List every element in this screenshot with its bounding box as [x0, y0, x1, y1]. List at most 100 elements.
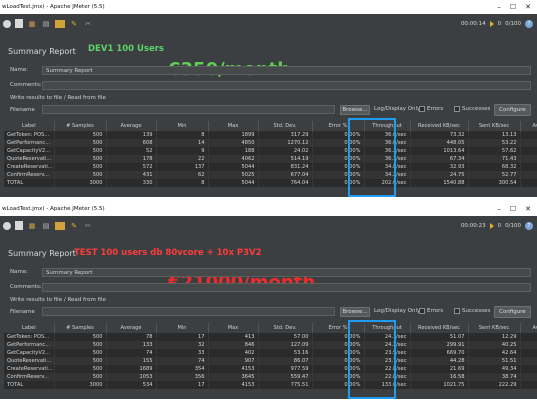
table-cell: QuoteReservati... — [4, 155, 55, 163]
table-cell: 2070.6 — [520, 131, 537, 139]
close-button[interactable]: ✕ — [525, 205, 531, 213]
minimize-button[interactable]: – — [497, 205, 501, 213]
column-header[interactable]: Max — [208, 121, 259, 131]
name-input[interactable]: Summary Report — [42, 268, 531, 277]
table-row[interactable]: ConfirmReserv... 500 1053 356 3645 559.47 0.00… — [4, 373, 537, 381]
column-header[interactable]: # Samples — [54, 323, 107, 333]
table-cell: 14 — [156, 139, 209, 147]
close-button[interactable]: ✕ — [525, 3, 531, 11]
warning-icon[interactable] — [489, 222, 494, 229]
column-header[interactable]: Received KB/sec — [410, 323, 469, 333]
table-cell: 51.07 — [410, 333, 469, 341]
column-header[interactable]: Sent KB/sec — [468, 323, 521, 333]
table-cell: 16.58 — [410, 373, 469, 381]
table-cell: 5044 — [208, 163, 259, 171]
column-header[interactable]: Label — [4, 323, 55, 333]
cut-icon[interactable]: ✂ — [83, 221, 93, 231]
errors-option[interactable]: Errors — [419, 106, 443, 112]
comments-input[interactable] — [42, 81, 531, 90]
table-row[interactable]: GetPerformanc... 500 133 32 846 127.09 0.00% 24… — [4, 341, 537, 349]
open-icon[interactable]: ▤ — [41, 19, 51, 29]
open-icon[interactable]: ▤ — [41, 221, 51, 231]
cut-icon[interactable]: ✂ — [83, 19, 93, 29]
filename-input[interactable] — [42, 105, 335, 114]
successes-checkbox[interactable] — [454, 106, 460, 112]
column-header[interactable]: Average — [106, 121, 157, 131]
table-cell: 74 — [106, 349, 157, 357]
table-cell: 3645 — [208, 373, 259, 381]
new-icon[interactable] — [15, 221, 23, 230]
browse-button[interactable]: Browse... — [340, 105, 370, 115]
table-row[interactable]: GetCapacityV2... 500 74 33 402 53.16 0.00% 23.9… — [4, 349, 537, 357]
table-cell: 5025 — [208, 171, 259, 179]
configure-button[interactable]: Configure — [494, 306, 531, 318]
window-title: wLoadTest.jmx) - Apache JMeter (5.5) — [2, 4, 105, 10]
table-cell: 4850 — [208, 139, 259, 147]
wand-icon[interactable]: ✎ — [69, 19, 79, 29]
successes-option[interactable]: Successes — [454, 106, 490, 112]
column-header[interactable]: Avg. Bytes — [520, 323, 537, 333]
column-header[interactable]: # Samples — [54, 121, 107, 131]
clear-icon[interactable] — [3, 19, 11, 28]
table-row[interactable]: GetCapacityV2... 500 52 9 188 24.02 0.00% 36.2/… — [4, 147, 537, 155]
table-row[interactable]: ConfirmReserv... 500 431 62 5025 677.04 0.00% 3… — [4, 171, 537, 179]
minimize-button[interactable]: – — [497, 3, 501, 11]
maximize-button[interactable]: ☐ — [510, 205, 516, 213]
clear-icon[interactable] — [3, 221, 11, 230]
configure-button[interactable]: Configure — [494, 104, 531, 116]
browse-button[interactable]: Browse... — [340, 307, 370, 317]
log-display-only: Log/Display Only: — [374, 106, 422, 112]
column-header[interactable]: Max — [208, 323, 259, 333]
table-cell: 53.16 — [258, 349, 313, 357]
warning-icon[interactable] — [489, 20, 494, 27]
table-row[interactable]: GetToken: POS... 500 139 8 1899 317.29 0.00% 36… — [4, 131, 537, 139]
help-icon[interactable]: ? — [525, 221, 533, 230]
table-row[interactable]: CreateReservati... 500 572 137 5044 831.24 0.0… — [4, 163, 537, 171]
successes-checkbox[interactable] — [454, 308, 460, 314]
table-row[interactable]: TOTAL 3000 330 8 5044 764.04 0.00% 202.0/sec 154… — [4, 179, 537, 187]
title-bar: wLoadTest.jmx) - Apache JMeter (5.5) – ☐… — [0, 0, 537, 14]
table-cell: 500 — [54, 365, 107, 373]
table-row[interactable]: QuoteReservati... 500 178 22 4062 514.19 0.00%… — [4, 155, 537, 163]
window-controls: – ☐ ✕ — [497, 0, 531, 14]
table-cell: 4153 — [208, 365, 259, 373]
errors-option[interactable]: Errors — [419, 308, 443, 314]
folder-icon[interactable] — [55, 19, 65, 28]
table-cell: 222.29 — [468, 381, 521, 389]
column-header[interactable]: Std. Dev. — [258, 121, 313, 131]
table-row[interactable]: TOTAL 3000 534 17 4153 775.51 0.00% 133.0/sec 10… — [4, 381, 537, 389]
column-header[interactable]: Min — [156, 323, 209, 333]
column-header[interactable]: Sent KB/sec — [468, 121, 521, 131]
filename-input[interactable] — [42, 307, 335, 316]
table-cell: 299.91 — [410, 341, 469, 349]
comments-input[interactable] — [42, 283, 531, 292]
table-cell: 741.0 — [520, 373, 537, 381]
templates-icon[interactable]: ▦ — [27, 19, 37, 29]
templates-icon[interactable]: ▦ — [27, 221, 37, 231]
table-cell: GetCapacityV2... — [4, 147, 55, 155]
help-icon[interactable]: ? — [525, 19, 533, 28]
table-row[interactable]: GetToken: POS... 500 78 17 413 57.00 0.00% 24.3… — [4, 333, 537, 341]
table-cell: 73.32 — [410, 131, 469, 139]
column-header[interactable]: Received KB/sec — [410, 121, 469, 131]
table-cell: 977.59 — [258, 365, 313, 373]
table-row[interactable]: QuoteReservati... 500 155 74 907 86.07 0.00% 23… — [4, 357, 537, 365]
table-row[interactable]: GetPerformanc... 500 608 14 4850 1270.12 0.00%… — [4, 139, 537, 147]
column-header[interactable]: Min — [156, 121, 209, 131]
successes-option[interactable]: Successes — [454, 308, 490, 314]
column-header[interactable]: Avg. Bytes — [520, 121, 537, 131]
table-cell: 2152.3 — [520, 333, 537, 341]
wand-icon[interactable]: ✎ — [69, 221, 79, 231]
column-header[interactable]: Label — [4, 121, 55, 131]
maximize-button[interactable]: ☐ — [510, 3, 516, 11]
errors-checkbox[interactable] — [419, 308, 425, 314]
column-header[interactable]: Average — [106, 323, 157, 333]
errors-checkbox[interactable] — [419, 106, 425, 112]
column-header[interactable]: Std. Dev. — [258, 323, 313, 333]
table-row[interactable]: CreateReservati... 500 1689 354 4153 977.59 0.… — [4, 365, 537, 373]
name-input[interactable]: Summary Report — [42, 66, 531, 75]
folder-icon[interactable] — [55, 221, 65, 230]
new-icon[interactable] — [15, 19, 23, 28]
log-display-label: Log/Display Only: — [374, 308, 422, 314]
table-cell: QuoteReservati... — [4, 357, 55, 365]
